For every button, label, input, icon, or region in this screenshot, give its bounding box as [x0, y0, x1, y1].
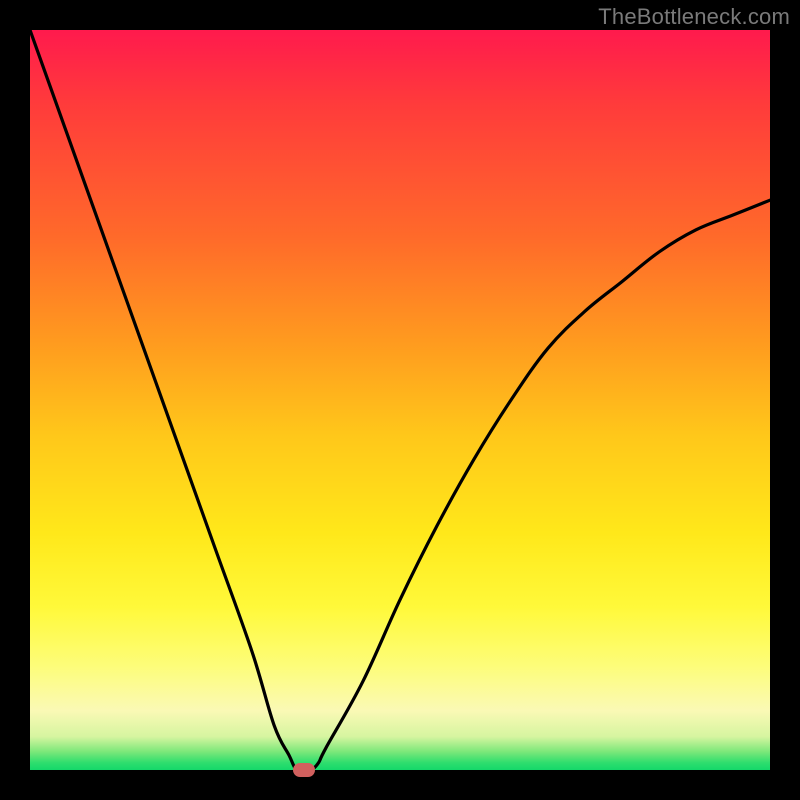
watermark-text: TheBottleneck.com — [598, 4, 790, 30]
bottleneck-curve — [30, 30, 770, 770]
optimum-marker — [293, 763, 315, 777]
chart-frame: TheBottleneck.com — [0, 0, 800, 800]
plot-area — [30, 30, 770, 770]
